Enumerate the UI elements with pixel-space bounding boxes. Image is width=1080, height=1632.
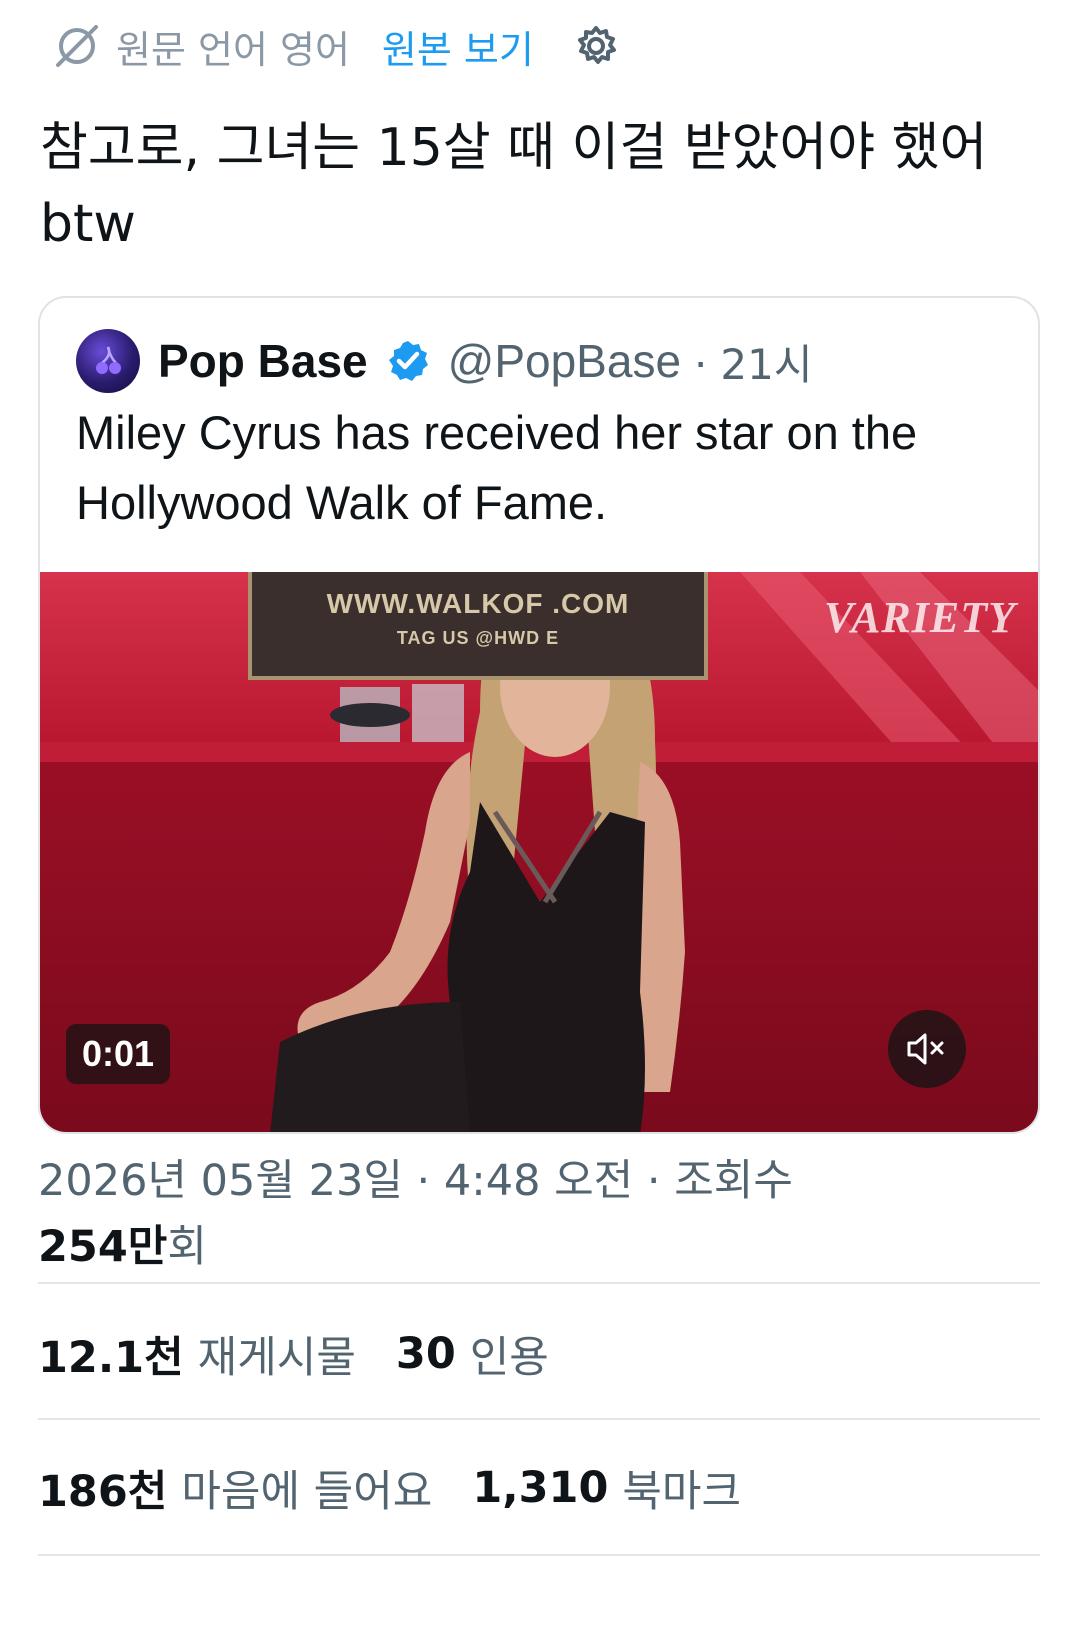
quoted-post-text: Miley Cyrus has received her star on the… [76,406,918,529]
view-count: 254만회 [38,1214,1038,1280]
quoted-post-header: Pop Base @PopBase · 21시 [76,328,812,394]
quotes-label[interactable]: 인용 [470,1323,549,1385]
source-language-text: 원문 언어 영어 [116,27,350,72]
mute-button[interactable] [888,1010,966,1088]
gear-icon[interactable] [574,24,618,68]
variety-watermark: VARIETY [823,593,1016,642]
show-original-link[interactable]: 원본 보기 [382,19,534,74]
video-player[interactable]: WWW.WALKOF .COM TAG US @HWD E VARIETY 0:… [40,572,1038,1132]
avatar[interactable] [76,329,140,393]
post-time[interactable]: 21시 [720,331,812,392]
divider [38,1554,1040,1556]
post-timestamp[interactable]: 2026년 05월 23일 · 4:48 오전 · 조회수 [38,1148,1038,1214]
walk-of-fame-plaque: WWW.WALKOF .COM TAG US @HWD E [248,572,708,680]
post-meta: 2026년 05월 23일 · 4:48 오전 · 조회수 254만회 [38,1148,1038,1280]
speaker-muted-icon [907,1033,944,1065]
likes-count[interactable]: 186천 [38,1457,167,1519]
divider [38,1418,1040,1420]
plaque-line-1: WWW.WALKOF .COM [326,588,630,619]
reposts-count[interactable]: 12.1천 [38,1323,184,1385]
plaque-line-2: TAG US @HWD E [396,628,560,648]
likes-label[interactable]: 마음에 들어요 [181,1457,432,1519]
separator-dot: · [693,335,709,387]
author-name[interactable]: Pop Base [158,334,368,388]
engagement-row-1: 12.1천 재게시물 30 인용 [38,1314,589,1394]
reposts-label[interactable]: 재게시물 [198,1323,356,1385]
video-timestamp: 0:01 [66,1024,170,1084]
quotes-count[interactable]: 30 [396,1329,456,1379]
author-handle[interactable]: @PopBase [448,334,681,388]
verified-badge-icon [386,339,430,383]
translate-icon [52,21,102,71]
post-text: 참고로, 그녀는 15살 때 이걸 받았어야 했어 btw [40,118,988,254]
translation-bar: 원문 언어 영어 원본 보기 [52,18,618,74]
bookmarks-label[interactable]: 북마크 [622,1457,741,1519]
bookmarks-count[interactable]: 1,310 [472,1463,608,1513]
view-count-suffix: 회 [167,1222,207,1272]
engagement-row-2: 186천 마음에 들어요 1,310 북마크 [38,1448,781,1528]
divider [38,1282,1040,1284]
quoted-post-card[interactable]: Pop Base @PopBase · 21시 Miley Cyrus has … [38,296,1040,1134]
view-count-number: 254만 [38,1222,168,1272]
